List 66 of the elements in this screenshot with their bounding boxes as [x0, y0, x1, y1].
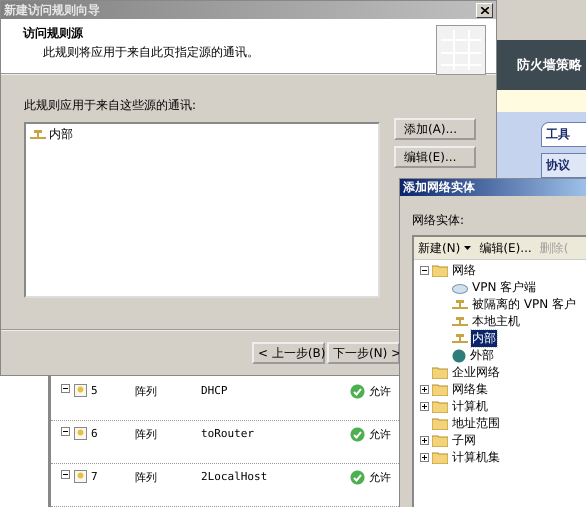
expand-icon[interactable]	[420, 385, 429, 394]
tab[interactable]: 协议	[541, 153, 586, 178]
tree-item[interactable]: 外部	[469, 347, 495, 364]
table-cell-text: 阵列	[135, 470, 158, 485]
nav-button[interactable]: < 上一步(B)	[252, 342, 325, 364]
folder-icon	[432, 366, 448, 379]
side-button[interactable]: 编辑(E)...	[394, 146, 476, 168]
expand-icon[interactable]	[420, 402, 429, 411]
tree-item[interactable]: 计算机集	[451, 449, 501, 466]
toolbar-button[interactable]: 编辑(E)...	[477, 240, 534, 256]
folder-icon	[432, 434, 448, 447]
caret-icon	[464, 246, 472, 250]
window-title: 新建访问规则向导	[4, 2, 100, 18]
check-icon	[350, 384, 365, 399]
network-icon	[452, 334, 468, 344]
page-subheading: 此规则将应用于来自此页指定源的通讯。	[42, 44, 259, 61]
folder-icon	[432, 400, 448, 413]
header-title: 防火墙策略	[517, 57, 582, 74]
table-cell-text: DHCP	[201, 384, 228, 397]
toolbar-button[interactable]: 新建(N)	[416, 240, 474, 256]
table-cell-text: toRouter	[201, 427, 255, 440]
folder-icon	[432, 417, 448, 430]
tree-item[interactable]: 本地主机	[471, 313, 521, 330]
side-button[interactable]: 添加(A)...	[394, 118, 476, 140]
network-icon	[452, 316, 468, 326]
field-label: 网络实体:	[412, 212, 466, 229]
globe-icon	[452, 348, 466, 362]
network-icon	[30, 130, 46, 140]
collapse-icon[interactable]	[61, 384, 70, 393]
table-cell-text: 6	[91, 427, 99, 440]
collapse-icon[interactable]	[61, 470, 70, 479]
table-cell-text: 阵列	[135, 427, 158, 442]
table-cell-text: 允许	[369, 384, 392, 399]
tree-item[interactable]: 企业网络	[451, 364, 501, 381]
list-item[interactable]: 内部	[49, 126, 73, 143]
tab[interactable]: 工具	[541, 122, 586, 147]
list-label: 此规则应用于来自这些源的通讯:	[24, 97, 196, 114]
tree-item[interactable]: 地址范围	[451, 415, 501, 432]
table-cell-text: 7	[91, 470, 99, 483]
expand-icon[interactable]	[420, 453, 429, 462]
tree-item[interactable]: 内部	[471, 330, 497, 347]
network-icon	[452, 300, 468, 310]
tree-item[interactable]: 网络	[451, 262, 477, 279]
tree-item[interactable]: VPN 客户端	[471, 279, 538, 296]
tree-item[interactable]: 子网	[451, 432, 477, 449]
expand-icon[interactable]	[420, 436, 429, 445]
check-icon	[350, 470, 365, 485]
collapse-icon[interactable]	[61, 427, 70, 436]
table-cell-text: 允许	[369, 427, 392, 442]
window-title: 添加网络实体	[403, 179, 475, 196]
folder-icon	[432, 451, 448, 464]
close-button[interactable]	[476, 2, 493, 18]
table-cell-text: 允许	[369, 470, 392, 485]
folder-icon	[432, 264, 448, 277]
tree-item[interactable]: 计算机	[451, 398, 489, 415]
tree-item[interactable]: 被隔离的 VPN 客户	[471, 296, 578, 313]
table-cell-text: 阵列	[135, 384, 158, 399]
page-heading: 访问规则源	[23, 25, 84, 42]
table-cell-text: 5	[91, 384, 99, 397]
close-icon	[480, 6, 488, 14]
cloud-icon	[452, 282, 468, 294]
check-icon	[350, 427, 365, 442]
table-cell-text: 2LocalHost	[201, 470, 268, 483]
folder-icon	[432, 383, 448, 396]
collapse-icon[interactable]	[420, 266, 429, 275]
tree-item[interactable]: 网络集	[451, 381, 489, 398]
